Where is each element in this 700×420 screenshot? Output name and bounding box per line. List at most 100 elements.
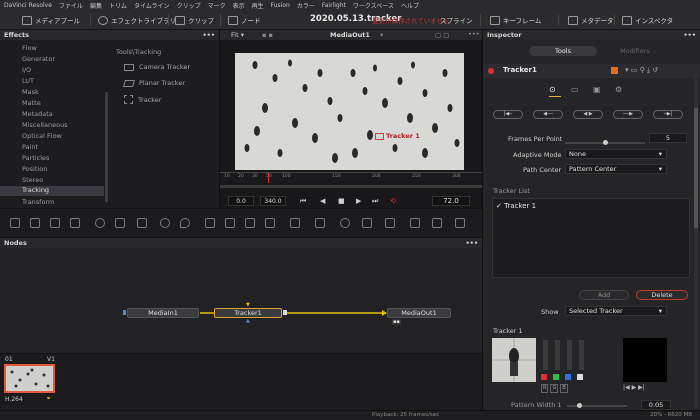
start-frame-field[interactable]: 0.0	[228, 196, 254, 206]
inspector-scroll-thumb[interactable]	[694, 108, 698, 228]
tracker-mask-port[interactable]: ▲	[246, 318, 250, 324]
viewer-image[interactable]: Tracker 1	[235, 53, 464, 170]
effects-item-optical-flow[interactable]: Optical Flow	[22, 132, 62, 140]
effects-item-tracking[interactable]: Tracking	[0, 186, 104, 196]
background-tool-icon[interactable]	[10, 218, 20, 228]
delete-tracker-button[interactable]: Delete	[636, 290, 688, 300]
shape-3d-tool-icon[interactable]	[432, 218, 442, 228]
crop-tool-icon[interactable]	[225, 218, 235, 228]
mediain-input-port[interactable]	[123, 310, 126, 315]
tab-tools[interactable]: Tools	[529, 46, 597, 56]
merge-tool-icon[interactable]	[70, 218, 80, 228]
tool-tracker[interactable]: Tracker	[124, 95, 161, 104]
effects-scrollbar[interactable]	[105, 92, 108, 202]
track-frame-reverse-button[interactable]: ◀ ▶	[573, 110, 603, 119]
fpp-value-field[interactable]: 5	[649, 133, 687, 143]
menu-workspace[interactable]: ワークスペース	[353, 1, 394, 10]
inspector-button[interactable]: インスペクタ	[622, 14, 673, 26]
effects-item-mask[interactable]: Mask	[22, 88, 39, 96]
menu-mark[interactable]: マーク	[208, 1, 226, 10]
keyframes-button[interactable]: キーフレーム	[490, 14, 541, 26]
time-ruler[interactable]: 10 20 30 50 100 150 200 250 300	[220, 172, 482, 183]
blur-tool-icon[interactable]	[160, 218, 170, 228]
channel-b-button[interactable]: B	[560, 384, 568, 393]
fit-dropdown[interactable]: Fit ▾	[231, 31, 244, 39]
node-enable-toggle[interactable]	[488, 68, 494, 74]
blue-channel-swatch[interactable]	[565, 374, 571, 380]
effects-item-flow[interactable]: Flow	[22, 44, 37, 52]
preview-play-icon[interactable]: ▶	[632, 384, 637, 391]
nodes-panel[interactable]: Nodes ••• MediaIn1 Tracker1 ▼ ▲ MediaOut1…	[0, 238, 482, 353]
drop-tool-icon[interactable]	[180, 218, 190, 228]
show-dropdown[interactable]: Selected Tracker ▾	[565, 306, 667, 316]
rectangle-tool-icon[interactable]	[315, 218, 325, 228]
bspline-tool-icon[interactable]	[385, 218, 395, 228]
clips-button[interactable]: クリップ	[175, 14, 214, 26]
media-pool-button[interactable]: メディアプール	[22, 14, 80, 26]
resize-tool-icon[interactable]	[245, 218, 255, 228]
operation-tab-icon[interactable]: ▭	[571, 85, 579, 94]
tool-planar-tracker[interactable]: Planar Tracker	[123, 79, 185, 87]
node-mediaout[interactable]: MediaOut1	[387, 308, 451, 318]
common-tab-icon[interactable]: ⚙	[615, 85, 622, 94]
letterbox-tool-icon[interactable]	[265, 218, 275, 228]
menu-file[interactable]: ファイル	[59, 1, 83, 10]
menu-timeline[interactable]: タイムライン	[134, 1, 170, 10]
loop-icon[interactable]: ⟲	[390, 197, 396, 205]
menu-trim[interactable]: トリム	[109, 1, 127, 10]
panel-options-icon[interactable]: •••	[203, 31, 215, 39]
tracker-list-item[interactable]: ✓ Tracker 1	[496, 202, 536, 210]
inspector-options-icon[interactable]: •••	[684, 31, 696, 39]
fpp-slider-track[interactable]	[565, 140, 645, 145]
tool-camera-tracker[interactable]: Camera Tracker	[124, 63, 190, 71]
menu-clip[interactable]: クリップ	[177, 1, 201, 10]
polygon-tool-icon[interactable]	[362, 218, 372, 228]
channel-r-button[interactable]: R	[541, 384, 549, 393]
effects-item-lut[interactable]: LUT	[22, 77, 34, 85]
shape-tool-icon[interactable]	[115, 218, 125, 228]
display-tab-icon[interactable]: ▣	[593, 85, 601, 94]
pattern-width-slider[interactable]	[567, 403, 627, 408]
ellipse-tool-icon[interactable]	[340, 218, 350, 228]
channel-g-button[interactable]: G	[550, 384, 559, 393]
preview-step-forward-icon[interactable]: ▶|	[638, 384, 645, 391]
track-forward-button[interactable]: ──▶	[613, 110, 643, 119]
menu-fusion[interactable]: Fusion	[271, 2, 290, 9]
stop-icon[interactable]: ■	[338, 197, 345, 205]
add-tracker-button[interactable]: Add	[579, 290, 629, 300]
effects-item-particles[interactable]: Particles	[22, 154, 49, 162]
menu-color[interactable]: カラー	[297, 1, 315, 10]
track-forward-from-start-button[interactable]: ─▶|	[653, 110, 683, 119]
play-icon[interactable]: ▶	[356, 197, 361, 205]
go-to-start-icon[interactable]: ⏮	[300, 197, 306, 206]
box-3d-tool-icon[interactable]	[410, 218, 420, 228]
red-channel-swatch[interactable]	[541, 374, 547, 380]
renderer-3d-icon[interactable]	[455, 218, 465, 228]
color-corrector-icon[interactable]	[137, 218, 147, 228]
effects-item-transform[interactable]: Transform	[22, 198, 54, 206]
paint-tool-icon[interactable]	[30, 218, 40, 228]
node-color-swatch[interactable]	[611, 67, 618, 74]
node-tracker[interactable]: Tracker1	[214, 308, 282, 318]
pattern-width-value[interactable]: 0.05	[641, 400, 671, 410]
particles-tool-icon[interactable]	[95, 218, 105, 228]
rectangle-mask-icon[interactable]	[290, 218, 300, 228]
track-reverse-from-end-button[interactable]: |◀─	[493, 110, 523, 119]
pattern-width-thumb[interactable]	[577, 403, 582, 408]
preview-step-back-icon[interactable]: |◀	[623, 384, 630, 391]
viewer-dropdown-icon[interactable]: ▾	[380, 31, 383, 39]
effects-item-paint[interactable]: Paint	[22, 143, 38, 151]
tracker-output-port[interactable]	[283, 310, 287, 315]
tracker-input-marker[interactable]: ▼	[246, 302, 250, 308]
tracker-list[interactable]: ✓ Tracker 1	[492, 198, 690, 278]
clip-thumbnail[interactable]	[4, 364, 55, 393]
go-to-end-icon[interactable]: ⏭	[372, 197, 378, 206]
viewer-tools-icon[interactable]: ▢ ▢	[435, 31, 449, 39]
effects-item-generator[interactable]: Generator	[22, 55, 55, 63]
menu-app[interactable]: DaVinci Resolve	[4, 2, 52, 9]
green-channel-swatch[interactable]	[553, 374, 559, 380]
tab-modifiers[interactable]: Modifiers	[601, 46, 669, 56]
metadata-button[interactable]: メタデータ	[568, 14, 614, 26]
effects-item-matte[interactable]: Matte	[22, 99, 41, 107]
effects-item-position[interactable]: Position	[22, 165, 47, 173]
